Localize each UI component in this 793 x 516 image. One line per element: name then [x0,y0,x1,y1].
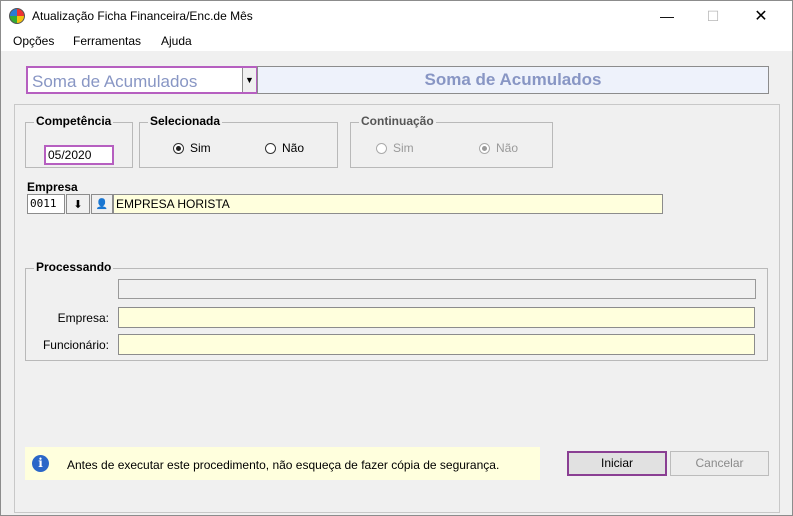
menu-ferramentas[interactable]: Ferramentas [73,34,141,48]
processando-empresa-label: Empresa: [57,311,109,325]
competencia-legend: Competência [34,114,114,128]
info-icon: i [32,455,49,472]
procedure-select-value: Soma de Acumulados [32,72,198,91]
close-button[interactable]: ✕ [738,1,784,31]
empresa-label: Empresa [27,180,78,194]
minimize-button[interactable]: — [644,1,690,31]
menu-opcoes[interactable]: Opções [13,34,54,48]
radio-dot [376,142,387,154]
selecionada-nao-radio[interactable]: Não [265,141,304,155]
continuacao-legend: Continuação [359,114,436,128]
competencia-group: Competência 05/2020 [25,114,133,168]
processando-funcionario-field [118,334,755,355]
radio-dot [173,142,184,154]
competencia-input[interactable]: 05/2020 [44,145,114,165]
window-title: Atualização Ficha Financeira/Enc.de Mês [32,9,253,23]
processando-empresa-field [118,307,755,328]
procedure-banner: Soma de Acumulados [257,66,769,94]
app-logo-icon [9,8,25,24]
app-window: Atualização Ficha Financeira/Enc.de Mês … [0,0,793,516]
cancelar-button[interactable]: Cancelar [670,451,769,476]
continuacao-nao-radio[interactable]: Não [479,141,518,155]
menu-bar: Opções Ferramentas Ajuda [1,31,792,51]
toolbar: Soma de Acumulados ▼ Soma de Acumulados [11,59,780,99]
download-icon[interactable]: ⬇ [66,194,90,214]
empresa-name-field: EMPRESA HORISTA [113,194,663,214]
person-search-icon[interactable]: 👤 [91,194,113,214]
procedure-select[interactable]: Soma de Acumulados ▼ [26,66,258,94]
backup-notice-text: Antes de executar este procedimento, não… [67,458,500,472]
selecionada-legend: Selecionada [148,114,223,128]
radio-label: Não [496,141,519,155]
backup-notice: i Antes de executar este procedimento, n… [25,447,540,480]
empresa-code-input[interactable]: 0011 [27,194,65,214]
menu-ajuda[interactable]: Ajuda [161,34,192,48]
processando-legend: Processando [34,260,114,274]
radio-label: Sim [393,141,414,155]
radio-label: Sim [190,141,211,155]
iniciar-button[interactable]: Iniciar [567,451,667,476]
processando-funcionario-label: Funcionário: [42,338,109,352]
radio-dot [479,142,490,154]
continuacao-sim-radio[interactable]: Sim [376,141,414,155]
title-bar: Atualização Ficha Financeira/Enc.de Mês … [1,1,792,31]
selecionada-sim-radio[interactable]: Sim [173,141,211,155]
progress-bar [118,279,756,299]
continuacao-group: Continuação Sim Não [350,114,553,168]
radio-label: Não [282,141,305,155]
selecionada-group: Selecionada Sim Não [139,114,338,168]
radio-dot [265,142,276,154]
maximize-button[interactable]: ☐ [690,1,736,31]
chevron-down-icon[interactable]: ▼ [242,68,256,92]
